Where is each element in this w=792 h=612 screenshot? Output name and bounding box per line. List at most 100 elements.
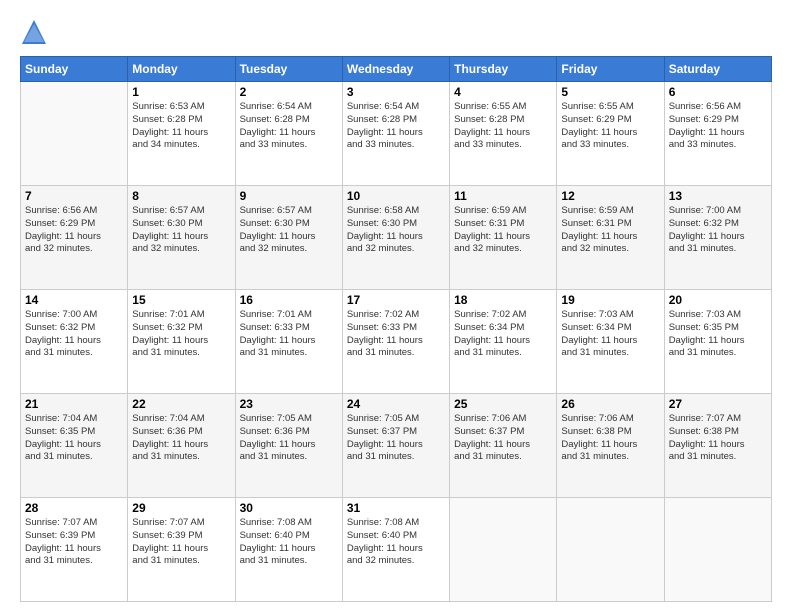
day-number: 24 xyxy=(347,397,445,411)
day-number: 10 xyxy=(347,189,445,203)
cell-info: Sunrise: 7:06 AM Sunset: 6:38 PM Dayligh… xyxy=(561,413,659,464)
cell-info: Sunrise: 7:01 AM Sunset: 6:32 PM Dayligh… xyxy=(132,309,230,360)
calendar-cell: 15 Sunrise: 7:01 AM Sunset: 6:32 PM Dayli… xyxy=(128,290,235,394)
logo xyxy=(20,18,52,46)
day-number: 21 xyxy=(25,397,123,411)
cell-info: Sunrise: 7:07 AM Sunset: 6:39 PM Dayligh… xyxy=(25,517,123,568)
day-number: 4 xyxy=(454,85,552,99)
calendar-cell: 22Sunrise: 7:04 AM Sunset: 6:36 PM Dayli… xyxy=(128,394,235,498)
day-number: 31 xyxy=(347,501,445,515)
cell-info: Sunrise: 6:59 AM Sunset: 6:31 PM Dayligh… xyxy=(561,205,659,256)
cell-info: Sunrise: 7:03 AM Sunset: 6:35 PM Dayligh… xyxy=(669,309,767,360)
day-number: 11 xyxy=(454,189,552,203)
calendar-cell: 14 Sunrise: 7:00 AM Sunset: 6:32 PM Dayli… xyxy=(21,290,128,394)
cell-info: Sunrise: 6:53 AM Sunset: 6:28 PM Dayligh… xyxy=(132,101,230,152)
calendar-cell: 11 Sunrise: 6:59 AM Sunset: 6:31 PM Dayli… xyxy=(450,186,557,290)
cell-info: Sunrise: 7:01 AM Sunset: 6:33 PM Dayligh… xyxy=(240,309,338,360)
cell-info: Sunrise: 7:02 AM Sunset: 6:33 PM Dayligh… xyxy=(347,309,445,360)
day-number: 29 xyxy=(132,501,230,515)
cell-info: Sunrise: 7:02 AM Sunset: 6:34 PM Dayligh… xyxy=(454,309,552,360)
calendar-week-row: 14 Sunrise: 7:00 AM Sunset: 6:32 PM Dayli… xyxy=(21,290,772,394)
calendar-header-sunday: Sunday xyxy=(21,57,128,82)
calendar-cell: 2Sunrise: 6:54 AM Sunset: 6:28 PM Daylig… xyxy=(235,82,342,186)
cell-info: Sunrise: 7:07 AM Sunset: 6:39 PM Dayligh… xyxy=(132,517,230,568)
logo-icon xyxy=(20,18,48,46)
calendar-cell: 12Sunrise: 6:59 AM Sunset: 6:31 PM Dayli… xyxy=(557,186,664,290)
day-number: 22 xyxy=(132,397,230,411)
cell-info: Sunrise: 7:00 AM Sunset: 6:32 PM Dayligh… xyxy=(669,205,767,256)
day-number: 19 xyxy=(561,293,659,307)
calendar-cell: 31 Sunrise: 7:08 AM Sunset: 6:40 PM Dayli… xyxy=(342,498,449,602)
day-number: 23 xyxy=(240,397,338,411)
calendar-cell: 25 Sunrise: 7:06 AM Sunset: 6:37 PM Dayli… xyxy=(450,394,557,498)
calendar-cell xyxy=(664,498,771,602)
day-number: 17 xyxy=(347,293,445,307)
day-number: 14 xyxy=(25,293,123,307)
cell-info: Sunrise: 7:08 AM Sunset: 6:40 PM Dayligh… xyxy=(240,517,338,568)
calendar-cell: 4 Sunrise: 6:55 AM Sunset: 6:28 PM Daylig… xyxy=(450,82,557,186)
day-number: 13 xyxy=(669,189,767,203)
calendar-cell: 6 Sunrise: 6:56 AM Sunset: 6:29 PM Daylig… xyxy=(664,82,771,186)
calendar-header-friday: Friday xyxy=(557,57,664,82)
day-number: 20 xyxy=(669,293,767,307)
calendar-cell: 29 Sunrise: 7:07 AM Sunset: 6:39 PM Dayli… xyxy=(128,498,235,602)
calendar-cell: 28 Sunrise: 7:07 AM Sunset: 6:39 PM Dayli… xyxy=(21,498,128,602)
calendar-cell: 26Sunrise: 7:06 AM Sunset: 6:38 PM Dayli… xyxy=(557,394,664,498)
cell-info: Sunrise: 7:08 AM Sunset: 6:40 PM Dayligh… xyxy=(347,517,445,568)
calendar-cell: 7 Sunrise: 6:56 AM Sunset: 6:29 PM Daylig… xyxy=(21,186,128,290)
day-number: 1 xyxy=(132,85,230,99)
cell-info: Sunrise: 7:00 AM Sunset: 6:32 PM Dayligh… xyxy=(25,309,123,360)
cell-info: Sunrise: 7:07 AM Sunset: 6:38 PM Dayligh… xyxy=(669,413,767,464)
calendar-week-row: 28 Sunrise: 7:07 AM Sunset: 6:39 PM Dayli… xyxy=(21,498,772,602)
calendar-week-row: 7 Sunrise: 6:56 AM Sunset: 6:29 PM Daylig… xyxy=(21,186,772,290)
day-number: 18 xyxy=(454,293,552,307)
calendar-header-wednesday: Wednesday xyxy=(342,57,449,82)
cell-info: Sunrise: 6:54 AM Sunset: 6:28 PM Dayligh… xyxy=(240,101,338,152)
cell-info: Sunrise: 6:59 AM Sunset: 6:31 PM Dayligh… xyxy=(454,205,552,256)
cell-info: Sunrise: 6:57 AM Sunset: 6:30 PM Dayligh… xyxy=(240,205,338,256)
calendar-header-saturday: Saturday xyxy=(664,57,771,82)
calendar-cell: 21 Sunrise: 7:04 AM Sunset: 6:35 PM Dayli… xyxy=(21,394,128,498)
cell-info: Sunrise: 6:55 AM Sunset: 6:29 PM Dayligh… xyxy=(561,101,659,152)
cell-info: Sunrise: 6:56 AM Sunset: 6:29 PM Dayligh… xyxy=(669,101,767,152)
cell-info: Sunrise: 6:55 AM Sunset: 6:28 PM Dayligh… xyxy=(454,101,552,152)
day-number: 5 xyxy=(561,85,659,99)
cell-info: Sunrise: 6:56 AM Sunset: 6:29 PM Dayligh… xyxy=(25,205,123,256)
calendar-week-row: 1 Sunrise: 6:53 AM Sunset: 6:28 PM Daylig… xyxy=(21,82,772,186)
calendar-cell: 27 Sunrise: 7:07 AM Sunset: 6:38 PM Dayli… xyxy=(664,394,771,498)
cell-info: Sunrise: 7:06 AM Sunset: 6:37 PM Dayligh… xyxy=(454,413,552,464)
cell-info: Sunrise: 7:04 AM Sunset: 6:35 PM Dayligh… xyxy=(25,413,123,464)
calendar-cell: 24 Sunrise: 7:05 AM Sunset: 6:37 PM Dayli… xyxy=(342,394,449,498)
day-number: 6 xyxy=(669,85,767,99)
day-number: 16 xyxy=(240,293,338,307)
calendar-header-monday: Monday xyxy=(128,57,235,82)
calendar-cell: 3Sunrise: 6:54 AM Sunset: 6:28 PM Daylig… xyxy=(342,82,449,186)
calendar-cell xyxy=(450,498,557,602)
day-number: 28 xyxy=(25,501,123,515)
calendar-header-tuesday: Tuesday xyxy=(235,57,342,82)
calendar-cell: 13 Sunrise: 7:00 AM Sunset: 6:32 PM Dayli… xyxy=(664,186,771,290)
day-number: 30 xyxy=(240,501,338,515)
cell-info: Sunrise: 6:58 AM Sunset: 6:30 PM Dayligh… xyxy=(347,205,445,256)
cell-info: Sunrise: 7:03 AM Sunset: 6:34 PM Dayligh… xyxy=(561,309,659,360)
calendar-cell xyxy=(557,498,664,602)
day-number: 25 xyxy=(454,397,552,411)
page: SundayMondayTuesdayWednesdayThursdayFrid… xyxy=(0,0,792,612)
calendar-header-thursday: Thursday xyxy=(450,57,557,82)
calendar-cell: 10 Sunrise: 6:58 AM Sunset: 6:30 PM Dayli… xyxy=(342,186,449,290)
day-number: 15 xyxy=(132,293,230,307)
calendar-cell: 8Sunrise: 6:57 AM Sunset: 6:30 PM Daylig… xyxy=(128,186,235,290)
calendar-cell: 1 Sunrise: 6:53 AM Sunset: 6:28 PM Daylig… xyxy=(128,82,235,186)
cell-info: Sunrise: 6:54 AM Sunset: 6:28 PM Dayligh… xyxy=(347,101,445,152)
day-number: 27 xyxy=(669,397,767,411)
calendar-cell: 16 Sunrise: 7:01 AM Sunset: 6:33 PM Dayli… xyxy=(235,290,342,394)
calendar-cell: 20 Sunrise: 7:03 AM Sunset: 6:35 PM Dayli… xyxy=(664,290,771,394)
day-number: 7 xyxy=(25,189,123,203)
calendar-cell: 23 Sunrise: 7:05 AM Sunset: 6:36 PM Dayli… xyxy=(235,394,342,498)
cell-info: Sunrise: 7:05 AM Sunset: 6:36 PM Dayligh… xyxy=(240,413,338,464)
calendar-table: SundayMondayTuesdayWednesdayThursdayFrid… xyxy=(20,56,772,602)
cell-info: Sunrise: 6:57 AM Sunset: 6:30 PM Dayligh… xyxy=(132,205,230,256)
cell-info: Sunrise: 7:05 AM Sunset: 6:37 PM Dayligh… xyxy=(347,413,445,464)
calendar-cell: 30 Sunrise: 7:08 AM Sunset: 6:40 PM Dayli… xyxy=(235,498,342,602)
calendar-cell: 9Sunrise: 6:57 AM Sunset: 6:30 PM Daylig… xyxy=(235,186,342,290)
